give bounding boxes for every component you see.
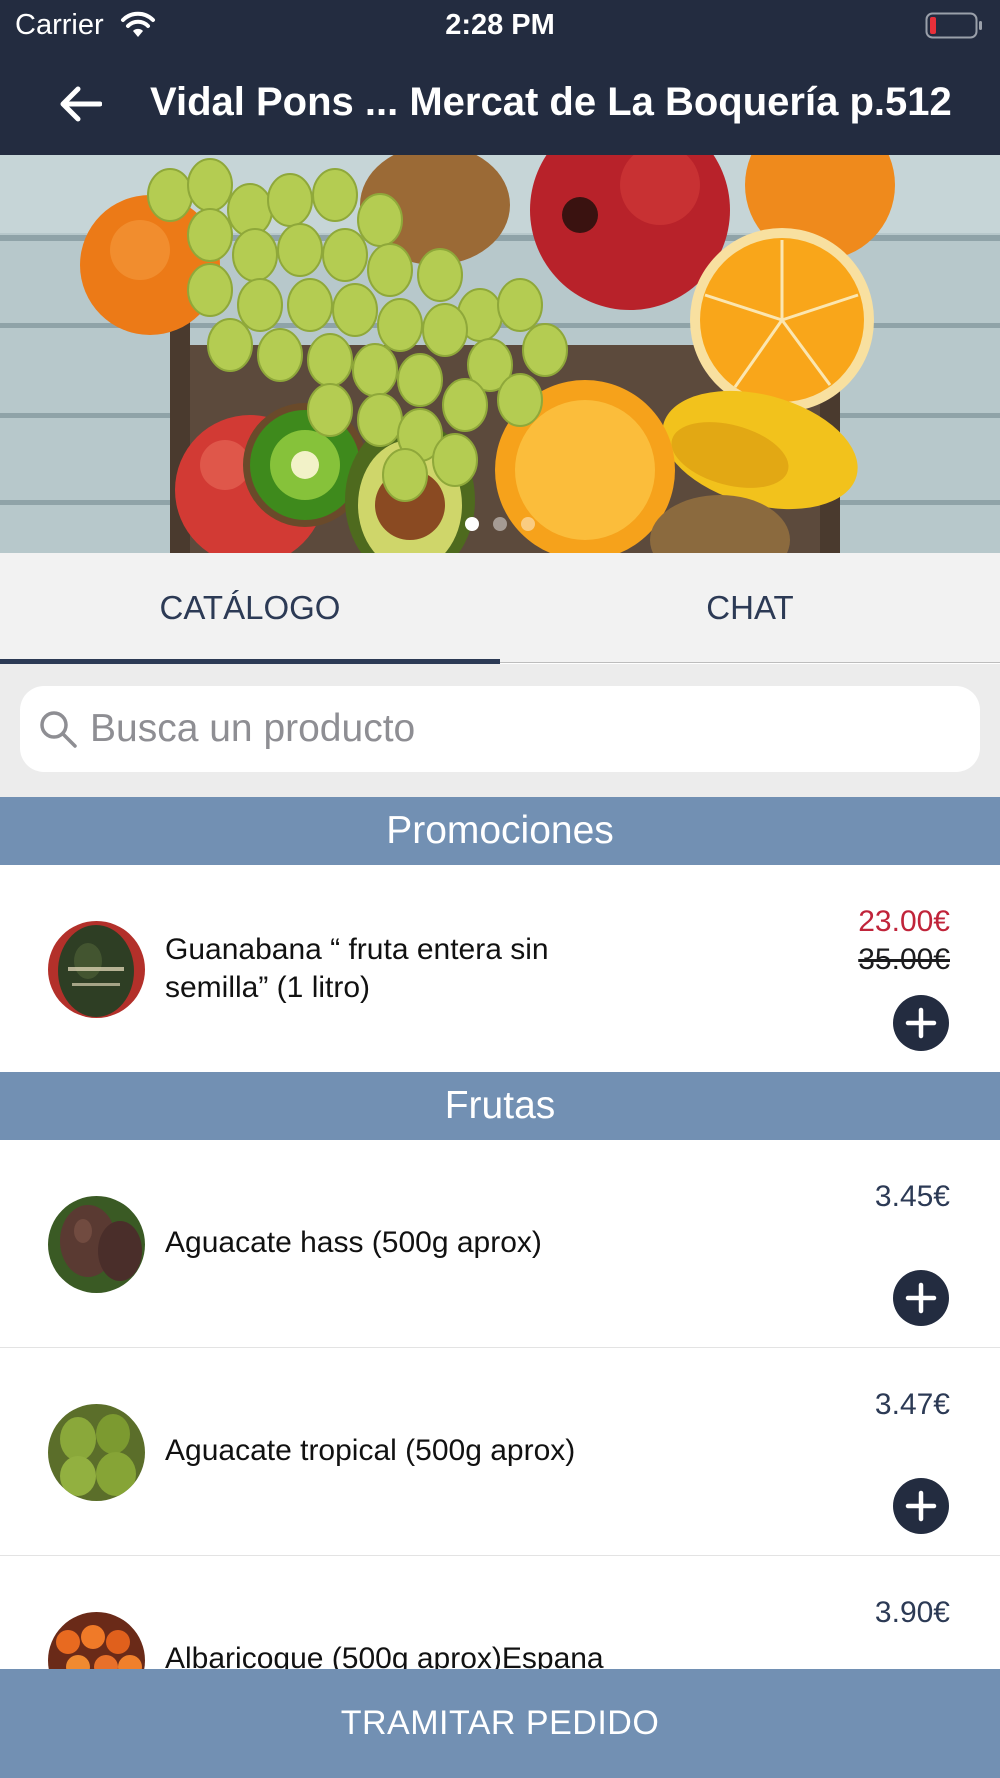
hero-carousel[interactable] (0, 155, 1000, 553)
section-header-frutas: Frutas (0, 1072, 1000, 1140)
status-bar: Carrier 2:28 PM (0, 0, 1000, 52)
product-thumbnail (48, 1196, 145, 1293)
arrow-left-icon (60, 86, 102, 122)
product-name: Aguacate tropical (500g aprox) (165, 1434, 576, 1467)
search-input[interactable] (90, 707, 980, 751)
fruit-crate-image (0, 155, 1000, 553)
carousel-dots (0, 517, 1000, 536)
search-field[interactable] (20, 686, 980, 772)
search-bar-container (0, 664, 1000, 797)
nav-bar: Vidal Pons ... Mercat de La Boquería p.5… (0, 52, 1000, 155)
product-row-aguacate-hass[interactable]: Aguacate hass (500g aprox) 3.45€ (0, 1140, 1000, 1348)
product-old-price: 35.00€ (858, 943, 950, 976)
carousel-dot[interactable] (493, 517, 507, 531)
product-price: 3.45€ (874, 1180, 950, 1213)
tab-chat[interactable]: CHAT (500, 553, 1000, 663)
add-to-cart-button[interactable] (893, 1270, 949, 1326)
plus-icon (905, 1282, 937, 1314)
checkout-button[interactable]: TRAMITAR PEDIDO (0, 1669, 1000, 1778)
product-price: 23.00€ (858, 905, 950, 938)
product-row-guanabana[interactable]: Guanabana “ fruta entera sin semilla” (1… (0, 865, 1000, 1073)
top-bar: Carrier 2:28 PM Vidal Pons ... Mercat de… (0, 0, 1000, 155)
battery-icon (925, 12, 982, 39)
product-thumbnail (48, 1404, 145, 1501)
tab-bar: CATÁLOGO CHAT (0, 553, 1000, 664)
product-name: Aguacate hass (500g aprox) (165, 1226, 542, 1259)
product-price: 3.90€ (874, 1596, 950, 1629)
product-name: Guanabana “ fruta entera sin semilla” (1… (165, 933, 549, 1004)
carousel-dot[interactable] (465, 517, 479, 531)
add-to-cart-button[interactable] (893, 995, 949, 1051)
product-price: 3.47€ (874, 1388, 950, 1421)
status-time: 2:28 PM (445, 9, 555, 41)
section-header-promociones: Promociones (0, 797, 1000, 865)
page-title: Vidal Pons ... Mercat de La Boquería p.5… (150, 80, 952, 124)
back-button[interactable] (50, 74, 110, 134)
add-to-cart-button[interactable] (893, 1478, 949, 1534)
plus-icon (905, 1007, 937, 1039)
tab-catalogo[interactable]: CATÁLOGO (0, 553, 500, 664)
carousel-dot[interactable] (521, 517, 535, 531)
search-icon (40, 711, 77, 748)
product-row-aguacate-tropical[interactable]: Aguacate tropical (500g aprox) 3.47€ (0, 1348, 1000, 1556)
product-thumbnail (48, 921, 145, 1018)
plus-icon (905, 1490, 937, 1522)
